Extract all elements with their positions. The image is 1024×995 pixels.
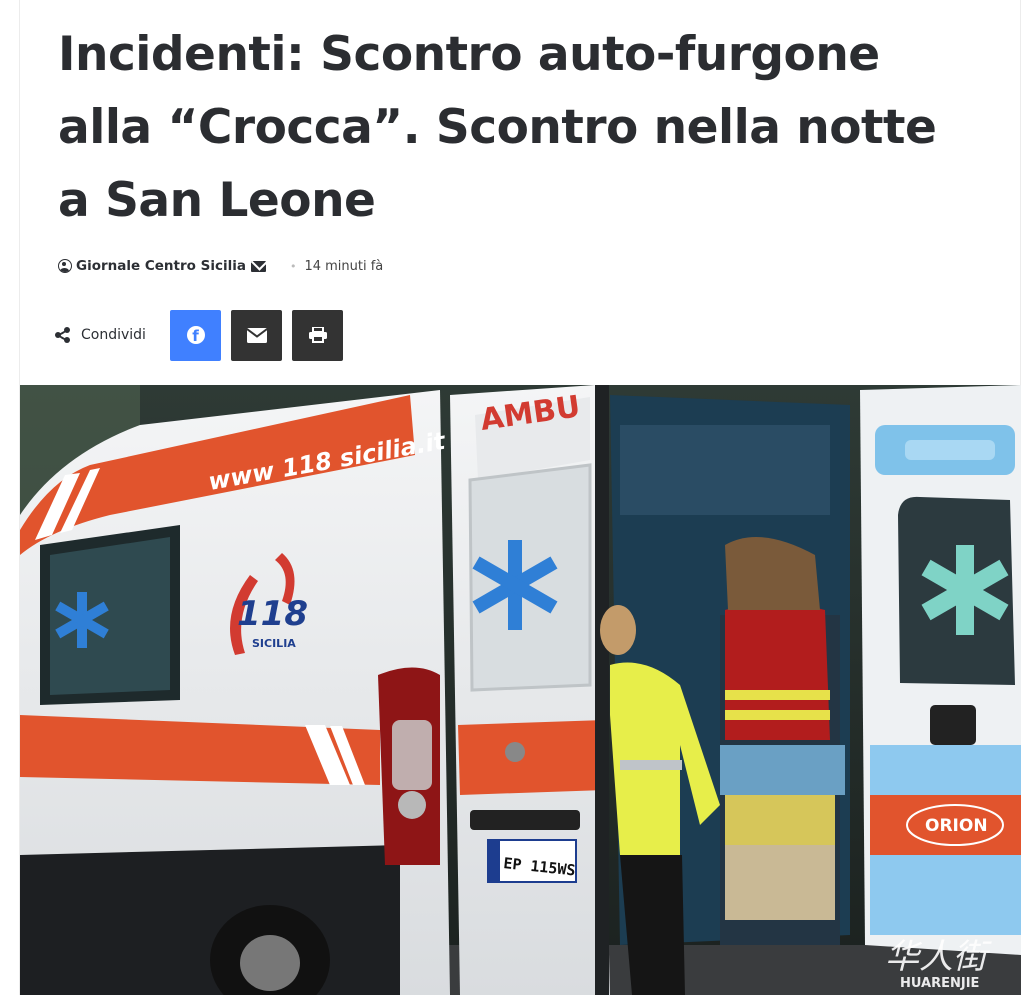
hero-logo-region: SICILIA	[252, 637, 296, 650]
envelope-icon[interactable]	[250, 260, 266, 272]
share-icon	[54, 327, 72, 343]
envelope-icon	[246, 327, 267, 343]
license-plate: EP 115WS	[487, 839, 577, 883]
article-title: Incidenti: Scontro auto-furgone alla “Cr…	[58, 27, 937, 228]
publish-time: 14 minuti fà	[304, 258, 384, 274]
watermark-cn-text: 华人街	[885, 937, 992, 977]
share-bar: Condividi f	[54, 309, 353, 361]
hero-logo-number: 118	[237, 594, 308, 634]
watermark-text: HUARENJIE	[900, 976, 979, 991]
article-meta: Giornale Centro Sicilia • 14 minuti fà	[58, 256, 383, 276]
email-share-button[interactable]	[231, 309, 282, 361]
article-hero-image: www 118 sicilia.it 118 SICILIA AMBU EP 1…	[20, 385, 1021, 995]
author-name[interactable]: Giornale Centro Sicilia	[76, 258, 246, 274]
hero-brand-text: ORION	[925, 816, 988, 836]
share-label: Condividi	[81, 327, 146, 343]
meta-separator: •	[289, 259, 297, 273]
huarenjie-watermark: 华人街 HUARENJIE	[885, 937, 992, 991]
facebook-share-button[interactable]: f	[170, 309, 221, 361]
share-label-group: Condividi	[54, 327, 170, 343]
user-icon	[58, 259, 72, 273]
author[interactable]: Giornale Centro Sicilia	[58, 258, 266, 274]
facebook-icon: f	[186, 326, 205, 344]
print-button[interactable]	[292, 309, 343, 361]
print-icon	[308, 327, 327, 343]
